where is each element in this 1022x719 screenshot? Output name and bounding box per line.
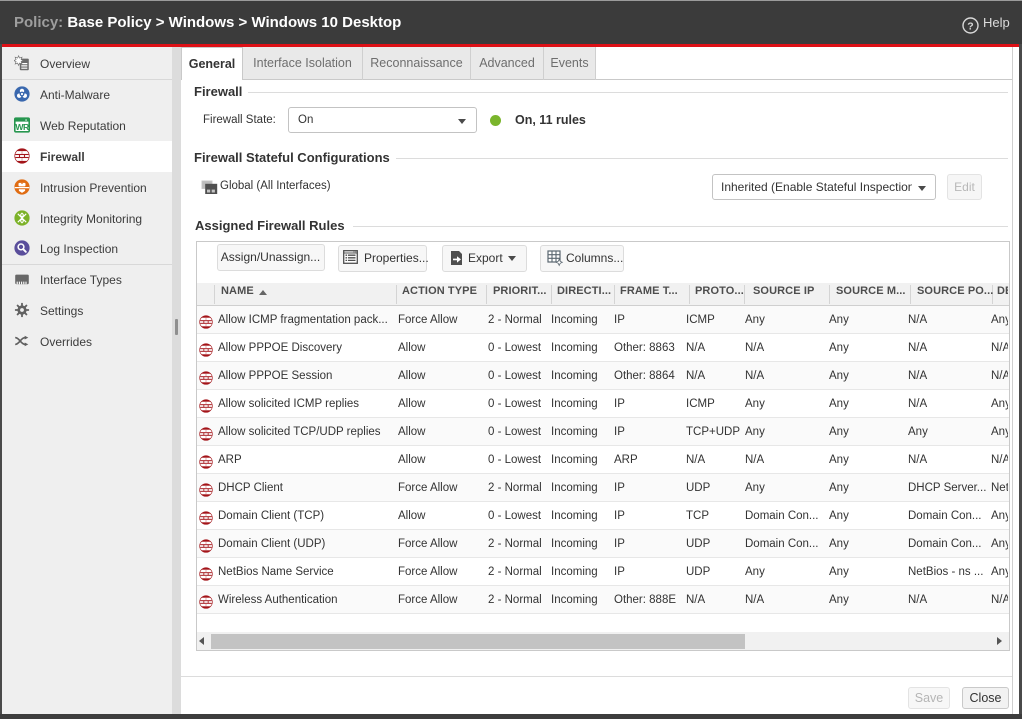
svg-text:WR: WR: [15, 122, 30, 132]
svg-text:?: ?: [967, 20, 973, 32]
